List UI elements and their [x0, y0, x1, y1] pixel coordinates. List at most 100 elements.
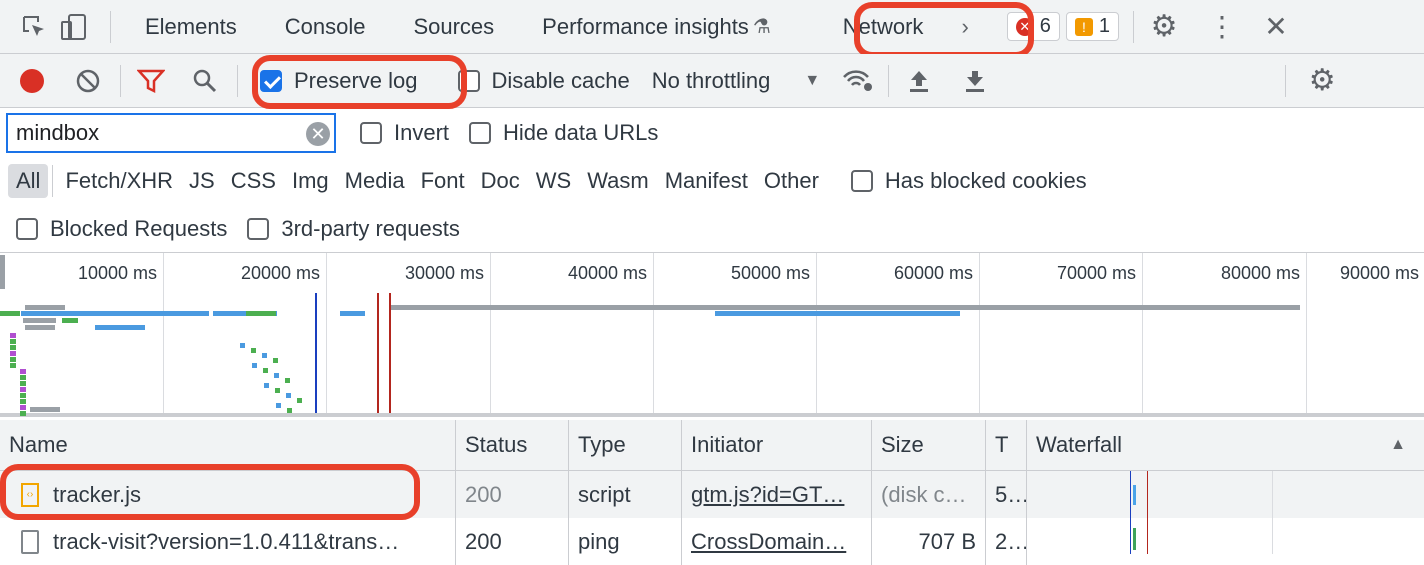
close-icon[interactable]: ✕ [1256, 7, 1296, 47]
waterfall-bar [1133, 485, 1136, 505]
request-time: 2… [986, 518, 1027, 565]
record-icon[interactable] [12, 61, 52, 101]
col-initiator[interactable]: Initiator [682, 420, 872, 470]
disable-cache-label[interactable]: Disable cache [492, 68, 630, 94]
col-status[interactable]: Status [456, 420, 569, 470]
devtools-tabbar: Elements Console Sources Performance ins… [0, 0, 1424, 54]
overview-bar [20, 393, 26, 398]
col-type[interactable]: Type [569, 420, 682, 470]
tab-elements[interactable]: Elements [121, 14, 261, 40]
overview-bar [10, 357, 16, 362]
overview-gridline [653, 253, 654, 413]
waterfall-gridline [1272, 471, 1273, 554]
request-initiator[interactable]: CrossDomain… [682, 518, 872, 565]
network-overview-timeline[interactable]: 10000 ms 20000 ms 30000 ms 40000 ms 50000 ms… [0, 253, 1424, 417]
hide-data-urls-checkbox[interactable] [469, 121, 492, 144]
tracker-row-highlight [0, 464, 420, 520]
type-css[interactable]: CSS [223, 164, 284, 198]
overview-bar [263, 368, 268, 373]
type-manifest[interactable]: Manifest [657, 164, 756, 198]
warnings-badge[interactable]: ! 1 [1065, 12, 1120, 41]
overview-bar [10, 363, 16, 368]
invert-checkbox[interactable] [360, 121, 382, 144]
tab-console[interactable]: Console [261, 14, 390, 40]
tab-sources[interactable]: Sources [389, 14, 518, 40]
col-size[interactable]: Size [872, 420, 986, 470]
overview-bar [246, 311, 276, 316]
overview-handle[interactable] [0, 255, 5, 289]
overview-bar [20, 399, 26, 404]
type-media[interactable]: Media [337, 164, 413, 198]
more-options-icon[interactable]: ⋮ [1202, 7, 1242, 47]
overview-bar [10, 333, 16, 338]
overview-bar [20, 405, 26, 410]
throttling-select[interactable]: No throttling [652, 68, 771, 94]
invert-label[interactable]: Invert [394, 120, 449, 146]
search-icon[interactable] [185, 61, 225, 101]
type-js[interactable]: JS [181, 164, 223, 198]
request-initiator[interactable]: gtm.js?id=GT… [682, 471, 872, 518]
request-type: script [569, 471, 682, 518]
overview-gridline [490, 253, 491, 413]
overview-bar [297, 398, 302, 403]
request-size: 707 B [872, 518, 986, 565]
overview-tick-label: 70000 ms [1056, 263, 1136, 283]
type-fetch-xhr[interactable]: Fetch/XHR [57, 164, 181, 198]
blocked-requests-checkbox[interactable] [16, 217, 38, 240]
overview-bar [275, 388, 280, 393]
type-other[interactable]: Other [756, 164, 827, 198]
network-settings-gear-icon[interactable]: ⚙ [1302, 61, 1342, 101]
tab-performance-insights[interactable]: Performance insights [518, 14, 753, 40]
hide-data-urls-label[interactable]: Hide data URLs [503, 120, 658, 146]
filter-icon[interactable] [131, 61, 171, 101]
clear-icon[interactable] [68, 61, 108, 101]
request-time: 5… [986, 471, 1027, 518]
table-row[interactable]: track-visit?version=1.0.411&trans… 200 p… [0, 518, 1424, 565]
overview-bar [10, 339, 16, 344]
overview-gridline [979, 253, 980, 413]
blocked-requests-label[interactable]: Blocked Requests [50, 216, 227, 242]
network-conditions-icon[interactable] [838, 61, 878, 101]
resource-type-filters: All Fetch/XHR JS CSS Img Media Font Doc … [0, 157, 1424, 205]
network-tab-highlight [854, 2, 1034, 58]
dropdown-arrow-icon[interactable]: ▼ [804, 72, 820, 90]
import-har-icon[interactable] [899, 61, 939, 101]
overview-bar [274, 373, 279, 378]
overview-bar [10, 345, 16, 350]
flask-icon: ⚗ [752, 16, 771, 38]
settings-gear-icon[interactable]: ⚙ [1144, 7, 1184, 47]
overview-bar [273, 358, 278, 363]
overview-tick-label: 20000 ms [240, 263, 320, 283]
overview-tick-label: 40000 ms [567, 263, 647, 283]
has-blocked-cookies-label[interactable]: Has blocked cookies [885, 168, 1087, 194]
request-filters: Blocked Requests 3rd-party requests [0, 205, 1424, 253]
export-har-icon[interactable] [955, 61, 995, 101]
inspect-element-icon[interactable] [14, 7, 54, 47]
overview-bar [251, 348, 256, 353]
request-type: ping [569, 518, 682, 565]
col-waterfall[interactable]: Waterfall ▲ [1027, 420, 1424, 470]
overview-bar [20, 381, 26, 386]
third-party-checkbox[interactable] [247, 217, 270, 240]
load-marker [389, 293, 391, 413]
col-name[interactable]: Name [0, 420, 456, 470]
type-all[interactable]: All [8, 164, 49, 198]
type-doc[interactable]: Doc [473, 164, 528, 198]
overview-tick-label: 80000 ms [1220, 263, 1300, 283]
overview-bar [95, 325, 145, 330]
col-time[interactable]: T [986, 420, 1027, 470]
type-img[interactable]: Img [284, 164, 337, 198]
overview-tick-label: 10000 ms [77, 263, 157, 283]
type-ws[interactable]: WS [528, 164, 579, 198]
third-party-label[interactable]: 3rd-party requests [281, 216, 460, 242]
has-blocked-cookies-checkbox[interactable] [850, 170, 873, 192]
overview-tick-label: 60000 ms [893, 263, 973, 283]
request-waterfall [1027, 518, 1424, 565]
network-toolbar: Preserve log Disable cache No throttling… [0, 54, 1424, 108]
device-toggle-icon[interactable] [54, 7, 94, 47]
overview-bar [25, 325, 55, 330]
overview-bar [62, 318, 78, 323]
type-wasm[interactable]: Wasm [579, 164, 657, 198]
overview-gridline [1142, 253, 1143, 413]
type-font[interactable]: Font [413, 164, 473, 198]
